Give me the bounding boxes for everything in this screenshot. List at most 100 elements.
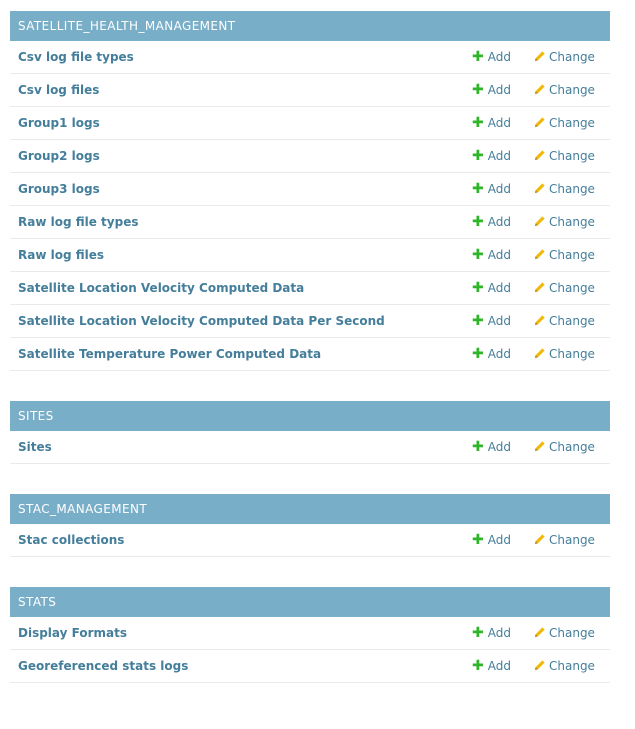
pencil-icon [534, 440, 546, 455]
change-link[interactable]: Change [534, 116, 595, 131]
add-link[interactable]: ✚ Add [472, 215, 511, 229]
pencil-icon [534, 83, 546, 98]
model-row: Georeferenced stats logs ✚ Add Change [10, 650, 610, 683]
add-link[interactable]: ✚ Add [472, 116, 511, 130]
change-label: Change [549, 116, 595, 130]
change-link[interactable]: Change [534, 440, 595, 455]
pencil-icon [534, 281, 546, 296]
pencil-icon [534, 248, 546, 263]
change-label: Change [549, 626, 595, 640]
change-label: Change [549, 50, 595, 64]
model-row: Csv log file types ✚ Add Change [10, 41, 610, 74]
plus-icon: ✚ [472, 346, 484, 362]
model-link[interactable]: Csv log file types [18, 50, 134, 64]
model-link[interactable]: Raw log file types [18, 215, 138, 229]
change-link[interactable]: Change [534, 182, 595, 197]
pencil-icon [534, 533, 546, 548]
plus-icon: ✚ [472, 439, 484, 455]
module-caption[interactable]: STAC_MANAGEMENT [10, 494, 610, 524]
plus-icon: ✚ [472, 115, 484, 131]
change-link[interactable]: Change [534, 626, 595, 641]
add-label: Add [487, 215, 511, 229]
add-label: Add [487, 50, 511, 64]
model-row: Stac collections ✚ Add Change [10, 524, 610, 557]
change-label: Change [549, 533, 595, 547]
model-link[interactable]: Raw log files [18, 248, 104, 262]
change-label: Change [549, 659, 595, 673]
model-link[interactable]: Stac collections [18, 533, 124, 547]
change-label: Change [549, 182, 595, 196]
model-link[interactable]: Group1 logs [18, 116, 100, 130]
add-label: Add [487, 533, 511, 547]
plus-icon: ✚ [472, 247, 484, 263]
add-label: Add [487, 83, 511, 97]
plus-icon: ✚ [472, 313, 484, 329]
module-caption[interactable]: SITES [10, 401, 610, 431]
add-label: Add [487, 182, 511, 196]
change-label: Change [549, 215, 595, 229]
plus-icon: ✚ [472, 181, 484, 197]
model-row: Display Formats ✚ Add Change [10, 617, 610, 650]
add-link[interactable]: ✚ Add [472, 149, 511, 163]
add-label: Add [487, 149, 511, 163]
model-link[interactable]: Sites [18, 440, 52, 454]
add-label: Add [487, 659, 511, 673]
model-row: Group3 logs ✚ Add Change [10, 173, 610, 206]
change-label: Change [549, 347, 595, 361]
change-link[interactable]: Change [534, 50, 595, 65]
model-row: Satellite Location Velocity Computed Dat… [10, 272, 610, 305]
change-link[interactable]: Change [534, 83, 595, 98]
pencil-icon [534, 50, 546, 65]
model-row: Satellite Temperature Power Computed Dat… [10, 338, 610, 371]
change-link[interactable]: Change [534, 347, 595, 362]
module-caption[interactable]: SATELLITE_HEALTH_MANAGEMENT [10, 11, 610, 41]
pencil-icon [534, 215, 546, 230]
change-label: Change [549, 440, 595, 454]
model-link[interactable]: Satellite Temperature Power Computed Dat… [18, 347, 321, 361]
add-link[interactable]: ✚ Add [472, 248, 511, 262]
add-link[interactable]: ✚ Add [472, 347, 511, 361]
model-row: Raw log files ✚ Add Change [10, 239, 610, 272]
model-link[interactable]: Satellite Location Velocity Computed Dat… [18, 314, 385, 328]
model-row: Raw log file types ✚ Add Change [10, 206, 610, 239]
pencil-icon [534, 347, 546, 362]
add-link[interactable]: ✚ Add [472, 626, 511, 640]
add-link[interactable]: ✚ Add [472, 533, 511, 547]
plus-icon: ✚ [472, 214, 484, 230]
pencil-icon [534, 626, 546, 641]
model-row: Csv log files ✚ Add Change [10, 74, 610, 107]
model-link[interactable]: Satellite Location Velocity Computed Dat… [18, 281, 304, 295]
change-link[interactable]: Change [534, 314, 595, 329]
add-link[interactable]: ✚ Add [472, 440, 511, 454]
plus-icon: ✚ [472, 49, 484, 65]
change-link[interactable]: Change [534, 248, 595, 263]
add-link[interactable]: ✚ Add [472, 182, 511, 196]
pencil-icon [534, 314, 546, 329]
model-row: Group1 logs ✚ Add Change [10, 107, 610, 140]
change-link[interactable]: Change [534, 215, 595, 230]
add-label: Add [487, 440, 511, 454]
plus-icon: ✚ [472, 658, 484, 674]
change-link[interactable]: Change [534, 149, 595, 164]
add-label: Add [487, 248, 511, 262]
add-link[interactable]: ✚ Add [472, 83, 511, 97]
model-link[interactable]: Group2 logs [18, 149, 100, 163]
add-label: Add [487, 626, 511, 640]
module-stats: STATS Display Formats ✚ Add Change Georefere… [10, 587, 610, 683]
add-link[interactable]: ✚ Add [472, 50, 511, 64]
model-link[interactable]: Group3 logs [18, 182, 100, 196]
change-link[interactable]: Change [534, 281, 595, 296]
pencil-icon [534, 116, 546, 131]
module-caption[interactable]: STATS [10, 587, 610, 617]
add-link[interactable]: ✚ Add [472, 659, 511, 673]
add-link[interactable]: ✚ Add [472, 281, 511, 295]
model-link[interactable]: Display Formats [18, 626, 127, 640]
change-link[interactable]: Change [534, 659, 595, 674]
pencil-icon [534, 182, 546, 197]
plus-icon: ✚ [472, 82, 484, 98]
model-link[interactable]: Csv log files [18, 83, 99, 97]
model-link[interactable]: Georeferenced stats logs [18, 659, 188, 673]
add-label: Add [487, 281, 511, 295]
change-link[interactable]: Change [534, 533, 595, 548]
add-link[interactable]: ✚ Add [472, 314, 511, 328]
